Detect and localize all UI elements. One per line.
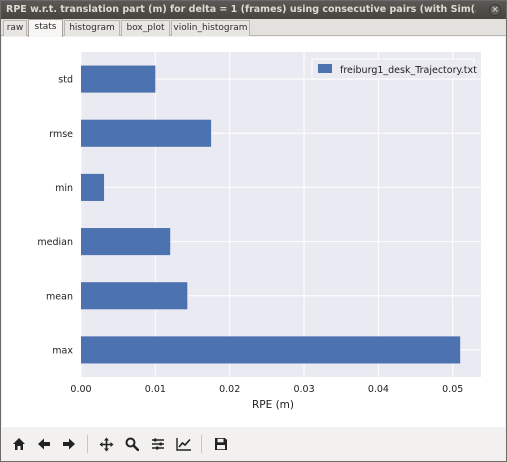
- bar-chart: 0.00 0.01 0.02 0.03 0.04 0.05 max mean median mi…: [37, 52, 481, 411]
- forward-button[interactable]: [59, 434, 79, 454]
- navigation-toolbar: [1, 428, 506, 461]
- forward-arrow-icon: [63, 438, 75, 450]
- back-button[interactable]: [34, 434, 54, 454]
- tab-bar: raw stats histogram box_plot violin_hist…: [1, 19, 506, 37]
- legend-swatch: [318, 64, 332, 73]
- y-tick-label: rmse: [49, 129, 73, 140]
- bar-max: [81, 336, 461, 364]
- y-tick-label: min: [55, 183, 73, 194]
- tab-raw[interactable]: raw: [3, 20, 27, 36]
- y-tick-label: mean: [46, 291, 73, 302]
- pan-icon: [99, 437, 113, 451]
- customize-button[interactable]: [174, 434, 194, 454]
- x-tick-label: 0.00: [70, 384, 91, 395]
- bar-rmse: [81, 119, 212, 147]
- tab-box-plot[interactable]: box_plot: [121, 20, 170, 36]
- close-window-button[interactable]: ×: [489, 4, 501, 16]
- tab-histogram[interactable]: histogram: [64, 20, 120, 36]
- zoom-button[interactable]: [122, 434, 142, 454]
- x-tick-label: 0.03: [293, 384, 314, 395]
- plot-area: [81, 52, 481, 377]
- y-tick-label: std: [58, 75, 73, 86]
- legend-label: freiburg1_desk_Trajectory.txt: [340, 65, 477, 76]
- bar-min: [81, 173, 105, 201]
- save-icon: [215, 438, 227, 450]
- toolbar-separator: [87, 435, 88, 453]
- x-axis-label: RPE (m): [252, 399, 294, 411]
- home-icon: [13, 438, 25, 450]
- app-window: RPE w.r.t. translation part (m) for delt…: [0, 0, 507, 462]
- legend: freiburg1_desk_Trajectory.txt: [311, 58, 477, 80]
- save-button[interactable]: [211, 434, 231, 454]
- bar-mean: [81, 282, 188, 310]
- bar-median: [81, 228, 171, 256]
- back-arrow-icon: [38, 438, 50, 450]
- tab-violin-histogram[interactable]: violin_histogram: [171, 20, 250, 36]
- y-tick-label: max: [52, 345, 73, 356]
- y-tick-label: median: [37, 237, 73, 248]
- x-tick-label: 0.02: [219, 384, 240, 395]
- zoom-icon: [125, 437, 139, 451]
- home-button[interactable]: [9, 434, 29, 454]
- x-tick-label: 0.04: [368, 384, 389, 395]
- x-tick-label: 0.05: [442, 384, 463, 395]
- toolbar-separator: [201, 435, 202, 453]
- subplots-button[interactable]: [148, 434, 168, 454]
- bar-std: [81, 65, 156, 93]
- pan-button[interactable]: [96, 434, 116, 454]
- subplots-config-icon: [152, 438, 164, 450]
- customize-chart-icon: [176, 438, 191, 451]
- x-tick-label: 0.01: [145, 384, 166, 395]
- tab-stats[interactable]: stats: [28, 19, 63, 37]
- figure-canvas[interactable]: 0.00 0.01 0.02 0.03 0.04 0.05 max mean median mi…: [2, 37, 505, 427]
- title-bar: RPE w.r.t. translation part (m) for delt…: [1, 1, 506, 19]
- window-title: RPE w.r.t. translation part (m) for delt…: [6, 4, 476, 15]
